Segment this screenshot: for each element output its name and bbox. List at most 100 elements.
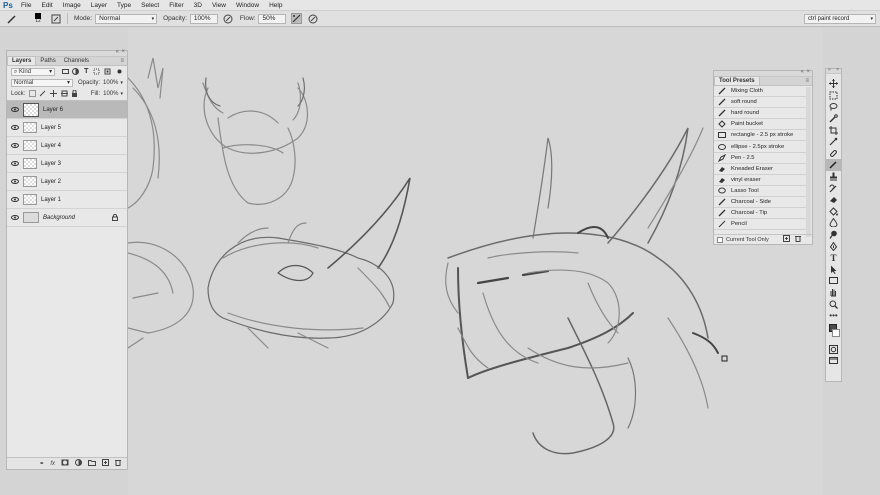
background-color-swatch[interactable] <box>832 329 840 338</box>
link-layers-icon[interactable]: ⚭ <box>39 460 44 467</box>
visibility-eye-icon[interactable] <box>10 179 20 184</box>
menu-edit[interactable]: Edit <box>36 0 57 11</box>
history-brush-tool-icon[interactable] <box>826 182 841 194</box>
more-tools-icon[interactable]: ••• <box>826 310 841 322</box>
zoom-tool-icon[interactable] <box>826 298 841 310</box>
pressure-opacity-icon[interactable] <box>223 13 234 24</box>
menu-help[interactable]: Help <box>264 0 287 11</box>
crop-tool-icon[interactable] <box>826 124 841 136</box>
trash-icon[interactable] <box>115 459 121 468</box>
type-filter-icon[interactable]: T <box>82 68 90 76</box>
menu-window[interactable]: Window <box>231 0 264 11</box>
panel-menu-icon[interactable]: ≡ <box>805 78 809 84</box>
collapse-icon[interactable]: « <box>801 69 804 75</box>
preset-pen[interactable]: Pen - 2.5 <box>714 153 807 164</box>
tab-paths[interactable]: Paths <box>36 57 59 65</box>
filter-toggle-icon[interactable] <box>115 68 123 76</box>
blur-tool-icon[interactable] <box>826 217 841 229</box>
menu-3d[interactable]: 3D <box>189 0 207 11</box>
brush-preset-icon[interactable] <box>6 13 17 24</box>
chevron-down-icon[interactable]: ▾ <box>120 80 123 86</box>
shape-filter-icon[interactable] <box>93 68 101 76</box>
eyedropper-tool-icon[interactable] <box>826 136 841 148</box>
new-layer-icon[interactable] <box>102 459 109 468</box>
healing-tool-icon[interactable] <box>826 148 841 160</box>
preset-scrollbar[interactable] <box>806 87 811 237</box>
layer-row-layer-5[interactable]: Layer 5 <box>7 119 127 137</box>
shape-tool-icon[interactable] <box>826 275 841 287</box>
panel-menu-icon[interactable]: ≡ <box>120 58 124 64</box>
tab-channels[interactable]: Channels <box>60 57 93 65</box>
preset-soft-round[interactable]: soft round <box>714 97 807 109</box>
layer-row-layer-2[interactable]: Layer 2 <box>7 173 127 191</box>
menu-filter[interactable]: Filter <box>164 0 188 11</box>
collapse-icon[interactable]: » <box>828 67 831 73</box>
color-swatches-icon[interactable] <box>826 321 841 343</box>
layer-row-layer-1[interactable]: Layer 1 <box>7 191 127 209</box>
layer-row-layer-4[interactable]: Layer 4 <box>7 137 127 155</box>
menu-view[interactable]: View <box>207 0 231 11</box>
pen-tool-icon[interactable] <box>826 240 841 252</box>
visibility-eye-icon[interactable] <box>10 161 20 166</box>
brush-size-picker[interactable]: 12 <box>31 13 45 24</box>
tab-layers[interactable]: Layers <box>7 56 37 65</box>
type-tool-icon[interactable]: T <box>826 252 841 264</box>
menu-layer[interactable]: Layer <box>86 0 112 11</box>
brush-panel-toggle-icon[interactable] <box>50 13 61 24</box>
collapse-icon[interactable]: « <box>116 49 119 55</box>
lock-pixels-icon[interactable] <box>39 90 47 98</box>
opacity-input[interactable]: 100% <box>189 13 218 24</box>
preset-hard-round[interactable]: hard round <box>714 108 807 120</box>
filter-kind-select[interactable]: ⌕ Kind ▾ <box>11 67 56 76</box>
preset-charcoal-side[interactable]: Charcoal - Side <box>714 197 807 209</box>
visibility-eye-icon[interactable] <box>10 125 20 130</box>
layer-opacity-value[interactable]: 100% <box>103 80 118 86</box>
layer-row-layer-6[interactable]: Layer 6 <box>7 101 127 119</box>
close-icon[interactable]: × <box>121 49 125 55</box>
pressure-size-icon[interactable] <box>307 13 318 24</box>
smart-object-filter-icon[interactable] <box>104 68 112 76</box>
trash-icon[interactable] <box>794 235 801 244</box>
current-tool-only-checkbox[interactable] <box>717 236 723 243</box>
preset-lasso-tool[interactable]: Lasso Tool <box>714 186 807 197</box>
path-select-tool-icon[interactable] <box>826 264 841 276</box>
new-group-icon[interactable] <box>88 459 96 468</box>
adjustment-layer-icon[interactable] <box>75 459 82 468</box>
visibility-eye-icon[interactable] <box>10 197 20 202</box>
preset-ellipse[interactable]: ellipse - 2.5px stroke <box>714 141 807 153</box>
close-icon[interactable]: × <box>836 67 839 73</box>
visibility-eye-icon[interactable] <box>10 215 20 220</box>
menu-image[interactable]: Image <box>58 0 86 11</box>
new-preset-icon[interactable] <box>782 235 790 244</box>
lock-artboard-icon[interactable] <box>60 90 68 98</box>
bucket-tool-icon[interactable] <box>826 206 841 218</box>
close-icon[interactable]: × <box>806 69 810 75</box>
pixel-filter-icon[interactable] <box>61 68 69 76</box>
visibility-eye-icon[interactable] <box>10 107 20 112</box>
preset-paint-bucket[interactable]: Paint bucket <box>714 119 807 131</box>
flow-input[interactable]: 50% <box>258 13 287 24</box>
tab-tool-presets[interactable]: Tool Presets <box>714 76 760 85</box>
preset-pencil[interactable]: Pencil <box>714 219 807 231</box>
dodge-tool-icon[interactable] <box>826 229 841 241</box>
preset-vinyl-eraser[interactable]: vinyl eraser <box>714 175 807 186</box>
brush-tool-icon[interactable] <box>826 159 841 171</box>
adjustment-filter-icon[interactable] <box>72 68 80 76</box>
chevron-down-icon[interactable]: ▾ <box>120 91 123 97</box>
quick-mask-icon[interactable] <box>826 343 841 355</box>
quick-select-tool-icon[interactable] <box>826 113 841 125</box>
airbrush-icon[interactable] <box>291 13 303 24</box>
move-tool-icon[interactable] <box>826 78 841 90</box>
lock-position-icon[interactable] <box>50 90 58 98</box>
menu-select[interactable]: Select <box>136 0 164 11</box>
eraser-tool-icon[interactable] <box>826 194 841 206</box>
preset-charcoal-tip[interactable]: Charcoal - Tip <box>714 208 807 220</box>
fill-value[interactable]: 100% <box>103 91 118 97</box>
hand-tool-icon[interactable] <box>826 287 841 299</box>
marquee-tool-icon[interactable] <box>826 90 841 102</box>
add-mask-icon[interactable] <box>61 459 69 468</box>
menu-type[interactable]: Type <box>112 0 136 11</box>
lock-transparent-icon[interactable] <box>28 90 36 98</box>
mode-select[interactable]: Normal ▾ <box>95 13 158 24</box>
preset-mixing-cloth[interactable]: Mixing Cloth <box>714 86 807 98</box>
